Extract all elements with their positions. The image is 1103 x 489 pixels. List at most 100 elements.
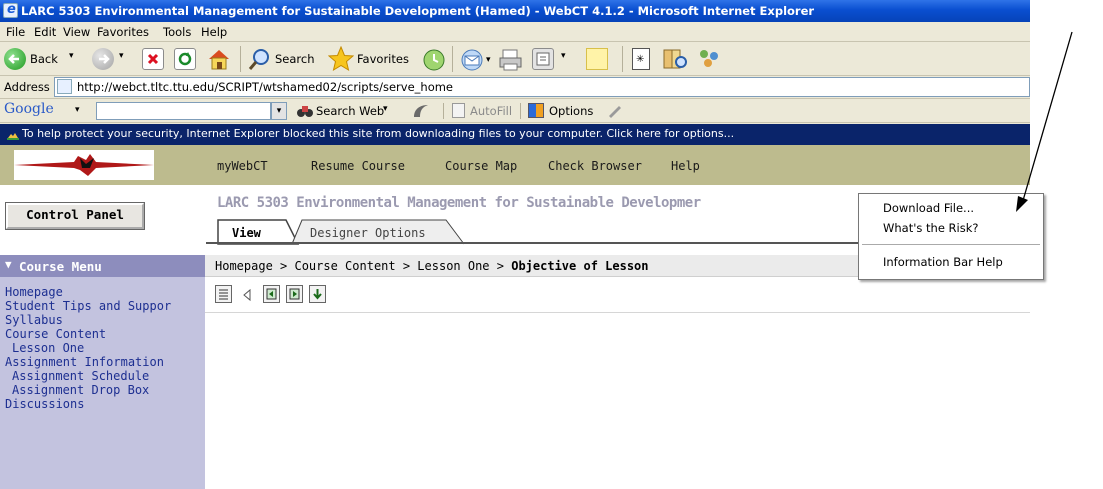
- toolbar-separator: [520, 103, 521, 119]
- triangle-down-icon: ▼: [5, 258, 12, 271]
- ie-icon: [3, 2, 18, 18]
- refresh-icon[interactable]: [174, 48, 196, 70]
- research-icon[interactable]: [662, 47, 688, 74]
- menu-view[interactable]: View: [63, 25, 90, 39]
- mail-icon[interactable]: ▾: [460, 48, 494, 75]
- toolbar-separator: [622, 46, 623, 72]
- control-panel-button[interactable]: Control Panel: [5, 202, 145, 230]
- menu-favorites[interactable]: Favorites: [97, 25, 149, 39]
- course-menu-item[interactable]: Assignment Information: [5, 355, 164, 369]
- menu-edit[interactable]: Edit: [34, 25, 56, 39]
- ie-page-icon: [57, 79, 72, 94]
- menu-information-bar-help[interactable]: Information Bar Help: [883, 255, 1003, 269]
- forward-button[interactable]: ▾: [92, 47, 132, 71]
- edit-page-icon[interactable]: [532, 48, 554, 70]
- people-icon[interactable]: [696, 47, 722, 74]
- webct-navbar: myWebCT Resume Course Course Map Check B…: [0, 145, 1030, 185]
- breadcrumb-path[interactable]: Homepage > Course Content > Lesson One >: [215, 259, 511, 273]
- course-menu-item[interactable]: Assignment Drop Box: [12, 383, 149, 397]
- course-menu-panel: ▼ Course Menu Homepage Student Tips and …: [0, 255, 205, 489]
- menu-file[interactable]: File: [6, 25, 25, 39]
- page-previous-icon[interactable]: [263, 285, 280, 303]
- dropdown-arrow-icon[interactable]: ▾: [69, 51, 74, 61]
- back-button[interactable]: Back ▾: [4, 47, 86, 71]
- breadcrumb-current: Objective of Lesson: [511, 259, 649, 273]
- toolbar-separator: [240, 46, 241, 72]
- nav-check-browser[interactable]: Check Browser: [548, 159, 642, 173]
- tab-designer-options[interactable]: Designer Options: [310, 226, 426, 240]
- back-arrow-icon: [4, 48, 26, 70]
- print-icon[interactable]: [498, 48, 524, 75]
- messenger-doc-icon[interactable]: ✳: [632, 48, 650, 70]
- address-input[interactable]: http://webct.tltc.ttu.edu/SCRIPT/wtshame…: [54, 77, 1030, 97]
- menu-separator: [862, 244, 1040, 245]
- svg-text:▾: ▾: [486, 55, 491, 65]
- course-menu-item[interactable]: Lesson One: [12, 341, 84, 355]
- address-url: http://webct.tltc.ttu.edu/SCRIPT/wtshame…: [77, 80, 454, 94]
- course-menu-title: Course Menu: [19, 259, 102, 274]
- popup-blocker-icon[interactable]: [412, 103, 430, 122]
- tab-view[interactable]: View: [232, 226, 261, 240]
- menu-tools[interactable]: Tools: [163, 25, 191, 39]
- home-icon[interactable]: [206, 47, 232, 71]
- nav-resume-course[interactable]: Resume Course: [311, 159, 405, 173]
- forward-arrow-icon: [92, 48, 114, 70]
- menu-help[interactable]: Help: [201, 25, 227, 39]
- history-icon[interactable]: [422, 48, 446, 75]
- google-search-input[interactable]: [96, 102, 271, 120]
- options-label: Options: [549, 104, 594, 118]
- options-icon: [528, 103, 544, 118]
- window-title: LARC 5303 Environmental Management for S…: [21, 4, 815, 18]
- search-history-dropdown[interactable]: ▾: [271, 102, 287, 120]
- magnifier-icon: [248, 47, 272, 74]
- breadcrumb-trail: Homepage > Course Content > Lesson One >…: [215, 259, 649, 273]
- course-menu-header[interactable]: ▼ Course Menu: [0, 255, 205, 277]
- google-toolbar: Google ▾ ▾ Search Web ▾ AutoFill Options: [0, 99, 1030, 123]
- dropdown-arrow-icon[interactable]: ▾: [561, 51, 566, 61]
- course-menu-item[interactable]: Discussions: [5, 397, 84, 411]
- dropdown-arrow-icon: ▾: [383, 104, 388, 114]
- title-bar: LARC 5303 Environmental Management for S…: [0, 0, 1030, 22]
- google-logo[interactable]: Google: [4, 101, 54, 117]
- course-menu-item[interactable]: Course Content: [5, 327, 106, 341]
- address-label: Address: [4, 80, 50, 94]
- nav-mywebct[interactable]: myWebCT: [217, 159, 268, 173]
- back-label: Back: [30, 52, 58, 66]
- information-bar-message: To help protect your security, Internet …: [22, 127, 735, 140]
- nav-help[interactable]: Help: [671, 159, 700, 173]
- information-bar[interactable]: To help protect your security, Internet …: [0, 124, 1030, 145]
- course-menu-item[interactable]: Homepage: [5, 285, 63, 299]
- page-tools: [205, 277, 1030, 313]
- dropdown-arrow-icon[interactable]: ▾: [75, 105, 80, 115]
- note-icon[interactable]: [586, 48, 608, 70]
- dropdown-arrow-icon[interactable]: ▾: [119, 51, 124, 61]
- favorites-label: Favorites: [357, 52, 409, 66]
- stop-icon[interactable]: [142, 48, 164, 70]
- options-button[interactable]: Options: [528, 101, 598, 121]
- search-web-button[interactable]: Search Web ▾: [296, 101, 388, 122]
- nav-course-map[interactable]: Course Map: [445, 159, 517, 173]
- page-next-icon[interactable]: [286, 285, 303, 303]
- toolbar-separator: [452, 46, 453, 72]
- menu-download-file[interactable]: Download File...: [883, 201, 974, 215]
- course-menu-item[interactable]: Student Tips and Suppor: [5, 299, 171, 313]
- favorites-button[interactable]: Favorites: [327, 45, 414, 72]
- search-label: Search: [275, 52, 315, 66]
- menu-bar: File Edit View Favorites Tools Help: [0, 22, 1030, 42]
- course-title: LARC 5303 Environmental Management for S…: [217, 195, 701, 211]
- search-web-label: Search Web: [316, 104, 385, 118]
- page-download-icon[interactable]: [309, 285, 326, 303]
- search-button[interactable]: Search: [248, 47, 320, 71]
- course-menu-item[interactable]: Syllabus: [5, 313, 63, 327]
- shield-icon: [6, 127, 20, 144]
- binoculars-icon: [296, 103, 314, 122]
- autofill-icon: [452, 103, 465, 118]
- page-list-icon[interactable]: [215, 285, 232, 303]
- menu-whats-the-risk[interactable]: What's the Risk?: [883, 221, 979, 235]
- toolbar-separator: [443, 103, 444, 119]
- page-back-icon[interactable]: [240, 287, 256, 306]
- autofill-button[interactable]: AutoFill: [452, 101, 512, 121]
- highlighter-icon[interactable]: [607, 104, 623, 121]
- course-menu-item[interactable]: Assignment Schedule: [12, 369, 149, 383]
- standard-toolbar: Back ▾ ▾ Search Favorites ▾ ▾ ✳: [0, 42, 1030, 76]
